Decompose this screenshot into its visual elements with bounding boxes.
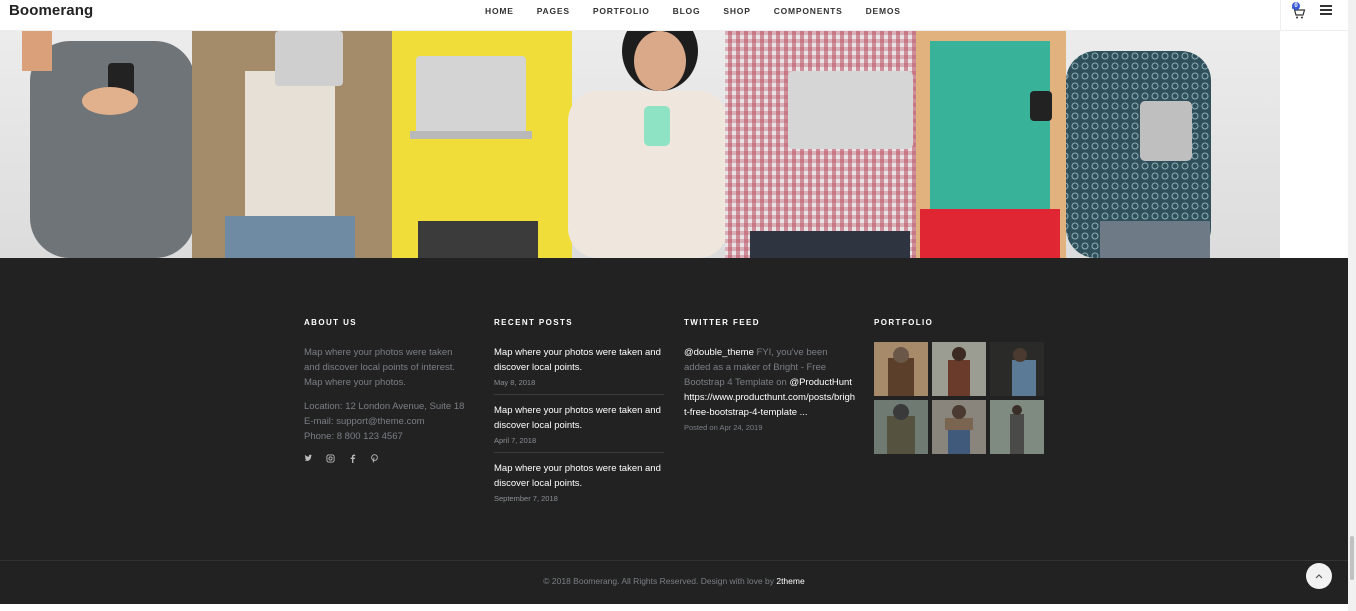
site-logo[interactable]: Boomerang (9, 2, 93, 19)
header-divider (1280, 0, 1281, 31)
portfolio-thumb[interactable] (932, 342, 986, 396)
portfolio-thumb[interactable] (874, 342, 928, 396)
site-header: Boomerang HOME PAGES PORTFOLIO BLOG SHOP… (0, 0, 1348, 31)
recent-post[interactable]: Map where your photos were taken and dis… (494, 345, 664, 395)
recent-posts-column: RECENT POSTS Map where your photos were … (494, 318, 664, 518)
copyright-author-link[interactable]: 2theme (776, 576, 804, 586)
hamburger-menu-icon[interactable] (1320, 5, 1332, 16)
nav-shop[interactable]: SHOP (723, 6, 750, 16)
page-scrollbar[interactable] (1348, 0, 1356, 611)
instagram-icon[interactable] (326, 454, 335, 463)
facebook-icon[interactable] (348, 454, 357, 463)
portfolio-column: PORTFOLIO (874, 318, 1044, 454)
twitter-icon[interactable] (304, 454, 313, 463)
tweet-date: Posted on Apr 24, 2019 (684, 423, 763, 432)
recent-posts-heading: RECENT POSTS (494, 318, 574, 327)
copyright-text: © 2018 Boomerang. All Rights Reserved. D… (0, 576, 1348, 586)
post-title[interactable]: Map where your photos were taken and dis… (494, 403, 664, 433)
about-text: Map where your photos were taken and dis… (304, 347, 456, 388)
people-with-devices-photo (0, 31, 1280, 258)
portfolio-thumb[interactable] (990, 400, 1044, 454)
post-title[interactable]: Map where your photos were taken and dis… (494, 345, 664, 375)
nav-home[interactable]: HOME (485, 6, 514, 16)
cart-count-badge: 0 (1292, 2, 1300, 10)
nav-blog[interactable]: BLOG (673, 6, 701, 16)
nav-components[interactable]: COMPONENTS (774, 6, 843, 16)
twitter-heading: TWITTER FEED (684, 318, 760, 327)
nav-pages[interactable]: PAGES (537, 6, 570, 16)
about-column: ABOUT US Map where your photos were take… (304, 318, 469, 463)
post-date: September 7, 2018 (494, 494, 558, 503)
recent-post[interactable]: Map where your photos were taken and dis… (494, 403, 664, 453)
page-bottom-edge (0, 604, 1356, 611)
nav-demos[interactable]: DEMOS (866, 6, 901, 16)
phone-text: Phone: 8 800 123 4567 (304, 431, 403, 442)
hero-right-gap (1280, 31, 1348, 258)
footer-divider (0, 560, 1348, 561)
tweet-handle[interactable]: @double_theme (684, 347, 754, 358)
main-nav: HOME PAGES PORTFOLIO BLOG SHOP COMPONENT… (485, 6, 924, 16)
scrollbar-thumb[interactable] (1350, 536, 1354, 580)
email-text[interactable]: E-mail: support@theme.com (304, 414, 469, 429)
social-links (304, 454, 469, 463)
location-text: Location: 12 London Avenue, Suite 18 (304, 401, 465, 412)
about-heading: ABOUT US (304, 318, 357, 327)
twitter-column: TWITTER FEED @double_theme FYI, you've b… (684, 318, 856, 432)
tweet-mention[interactable]: @ProductHunt (789, 377, 851, 388)
nav-portfolio[interactable]: PORTFOLIO (593, 6, 650, 16)
hero-image (0, 31, 1280, 258)
site-footer (0, 258, 1348, 604)
portfolio-thumb[interactable] (874, 400, 928, 454)
tweet-link[interactable]: https://www.producthunt.com/posts/bright… (684, 392, 855, 418)
copyright-label: © 2018 Boomerang. All Rights Reserved. D… (543, 576, 777, 586)
chevron-up-icon (1315, 574, 1323, 579)
recent-post[interactable]: Map where your photos were taken and dis… (494, 461, 664, 510)
post-date: April 7, 2018 (494, 436, 537, 445)
pinterest-icon[interactable] (370, 454, 379, 463)
portfolio-thumb[interactable] (932, 400, 986, 454)
tweet: @double_theme FYI, you've been added as … (684, 345, 856, 420)
portfolio-grid (874, 342, 1044, 454)
back-to-top-button[interactable] (1306, 563, 1332, 589)
portfolio-thumb[interactable] (990, 342, 1044, 396)
post-title[interactable]: Map where your photos were taken and dis… (494, 461, 664, 491)
portfolio-heading: PORTFOLIO (874, 318, 934, 327)
post-date: May 8, 2018 (494, 378, 536, 387)
